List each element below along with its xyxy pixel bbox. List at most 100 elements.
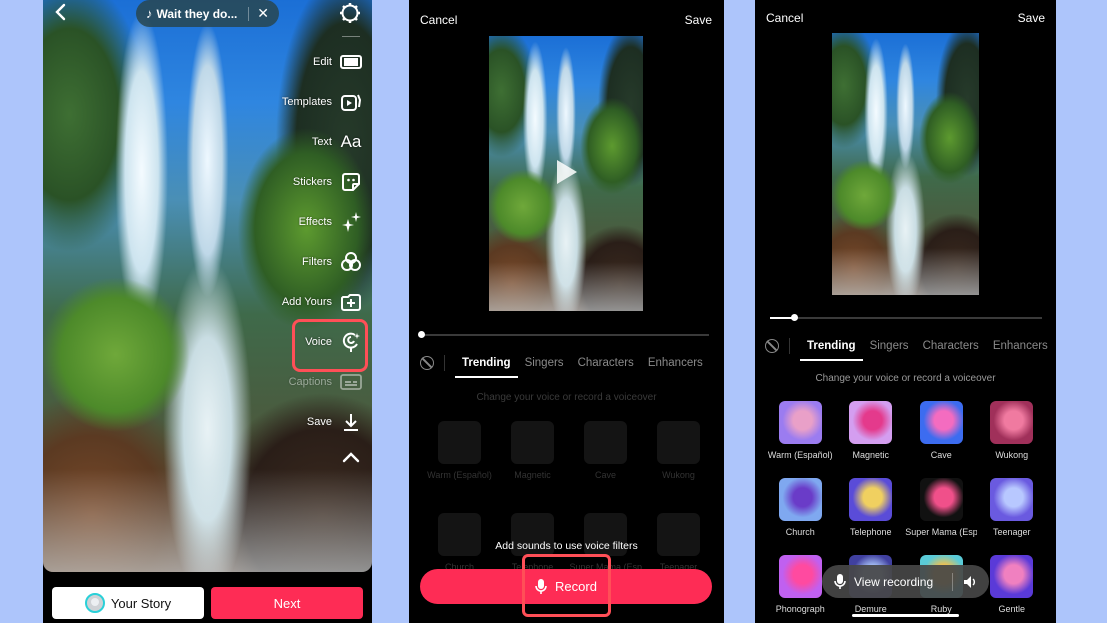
cancel-button[interactable]: Cancel — [420, 13, 457, 27]
tab-characters[interactable]: Characters — [916, 331, 986, 361]
scrubber-knob[interactable] — [791, 314, 799, 321]
close-icon[interactable]: ✕ — [257, 5, 269, 22]
tool-label: Add Yours — [281, 296, 332, 308]
voice-filter-item[interactable]: Cave — [569, 421, 642, 480]
chevron-left-icon — [55, 3, 66, 21]
tool-save[interactable]: Save — [307, 410, 362, 434]
edit-clip-icon — [340, 51, 362, 73]
video-preview[interactable] — [43, 0, 372, 572]
speaker-icon[interactable] — [963, 575, 977, 589]
voice-filter-placeholder — [438, 421, 481, 464]
captions-icon — [340, 371, 362, 393]
voice-filter-name: Telephone — [849, 527, 892, 537]
tab-enhancers[interactable]: Enhancers — [641, 348, 710, 378]
tool-filters[interactable]: Filters — [302, 250, 362, 274]
tool-text[interactable]: Text Aa — [312, 130, 362, 154]
no-effect-icon[interactable] — [765, 339, 779, 353]
tool-label: Save — [306, 416, 332, 428]
voice-filter-thumbnail — [778, 478, 822, 521]
voice-filter-name: Cave — [930, 450, 952, 460]
add-yours-icon — [340, 291, 362, 313]
save-button[interactable]: Save — [685, 13, 712, 27]
voice-filter-thumbnail — [849, 478, 893, 521]
tool-add-yours[interactable]: Add Yours — [282, 290, 362, 314]
tool-edit[interactable]: Edit — [313, 50, 362, 74]
voice-filter-placeholder — [584, 421, 627, 464]
voice-filter-name: Magnetic — [852, 450, 890, 460]
divider — [789, 338, 790, 354]
voice-filter-name: Super Mama (Esp — [905, 527, 978, 537]
voice-filter-name: Ruby — [930, 604, 952, 614]
tab-singers[interactable]: Singers — [518, 348, 571, 378]
save-button[interactable]: Save — [1018, 11, 1045, 25]
voice-filter-placeholder — [511, 421, 554, 464]
voice-filter-item[interactable]: Wukong — [977, 401, 1048, 460]
voice-filter-name: Cave — [594, 470, 616, 480]
voice-filter-name: Warm (Español) — [427, 470, 492, 480]
tool-label: Text — [311, 136, 332, 148]
voice-filter-thumbnail — [990, 555, 1034, 598]
microphone-icon — [834, 573, 846, 589]
divider — [342, 36, 360, 37]
next-label: Next — [273, 595, 301, 611]
voice-filter-item[interactable]: Super Mama (Esp — [905, 478, 978, 537]
add-sounds-message: Add sounds to use voice filters — [495, 540, 638, 552]
text-aa-icon: Aa — [340, 132, 362, 151]
tool-label: Edit — [313, 56, 332, 68]
voice-filter-thumbnail — [919, 478, 963, 521]
play-icon[interactable] — [557, 160, 577, 184]
voice-filter-item[interactable]: Warm (Español) — [765, 401, 836, 460]
voice-tabs: Trending Singers Characters Enhancers — [765, 331, 1055, 361]
video-preview[interactable] — [832, 33, 979, 295]
sticker-icon — [340, 171, 362, 193]
divider — [952, 572, 953, 591]
tab-characters[interactable]: Characters — [571, 348, 641, 378]
voice-filter-name: Wukong — [662, 470, 695, 480]
voice-tabs: Trending Singers Characters Enhancers — [420, 348, 710, 378]
no-effect-icon[interactable] — [420, 356, 434, 370]
music-note-icon: ♪ — [146, 6, 153, 21]
voice-filter-item[interactable]: Magnetic — [496, 421, 569, 480]
back-button[interactable] — [51, 2, 73, 24]
tool-effects[interactable]: Effects — [299, 210, 362, 234]
voice-filter-name: Magnetic — [514, 470, 551, 480]
voice-filter-item[interactable]: Wukong — [642, 421, 715, 480]
voice-filter-name: Teenager — [992, 527, 1031, 537]
voice-highlight-box — [292, 319, 368, 372]
settings-button[interactable] — [339, 2, 361, 24]
tab-singers[interactable]: Singers — [863, 331, 916, 361]
divider — [248, 6, 250, 21]
filters-icon — [340, 251, 362, 273]
your-story-button[interactable]: Your Story — [52, 587, 204, 619]
voice-filter-item[interactable]: Teenager — [977, 478, 1048, 537]
tab-trending[interactable]: Trending — [800, 331, 863, 361]
tool-label: Effects — [298, 216, 332, 228]
music-selector[interactable]: ♪ Wait they do... ✕ — [136, 0, 279, 27]
tab-enhancers[interactable]: Enhancers — [986, 331, 1055, 361]
tool-label: Captions — [288, 376, 332, 388]
voice-filter-item[interactable]: Telephone — [836, 478, 907, 537]
scrubber-knob[interactable] — [418, 331, 425, 338]
next-button[interactable]: Next — [211, 587, 363, 619]
playback-scrubber[interactable] — [418, 331, 709, 338]
view-recording-pill[interactable]: View recording — [822, 565, 989, 598]
tool-stickers[interactable]: Stickers — [293, 170, 362, 194]
voice-filter-item[interactable]: Magnetic — [836, 401, 907, 460]
tool-label: Filters — [302, 256, 332, 268]
view-recording-label: View recording — [854, 574, 934, 589]
voice-filter-name: Gentle — [998, 604, 1026, 614]
voice-filter-item[interactable]: Church — [765, 478, 836, 537]
voice-filter-item[interactable]: Warm (Español) — [423, 421, 496, 480]
voice-filter-name: Warm (Español) — [767, 450, 833, 460]
cancel-button[interactable]: Cancel — [766, 11, 803, 25]
voice-filter-thumbnail — [990, 401, 1034, 444]
sparkle-icon — [340, 211, 362, 233]
voice-filter-item[interactable]: Cave — [906, 401, 977, 460]
voice-filter-placeholder — [657, 421, 700, 464]
tab-trending[interactable]: Trending — [455, 348, 518, 378]
playback-scrubber[interactable] — [770, 314, 1042, 321]
tool-templates[interactable]: Templates — [282, 90, 362, 114]
voice-filter-thumbnail — [849, 401, 893, 444]
collapse-tools-button[interactable] — [341, 450, 361, 466]
tool-captions[interactable]: Captions — [289, 370, 362, 394]
